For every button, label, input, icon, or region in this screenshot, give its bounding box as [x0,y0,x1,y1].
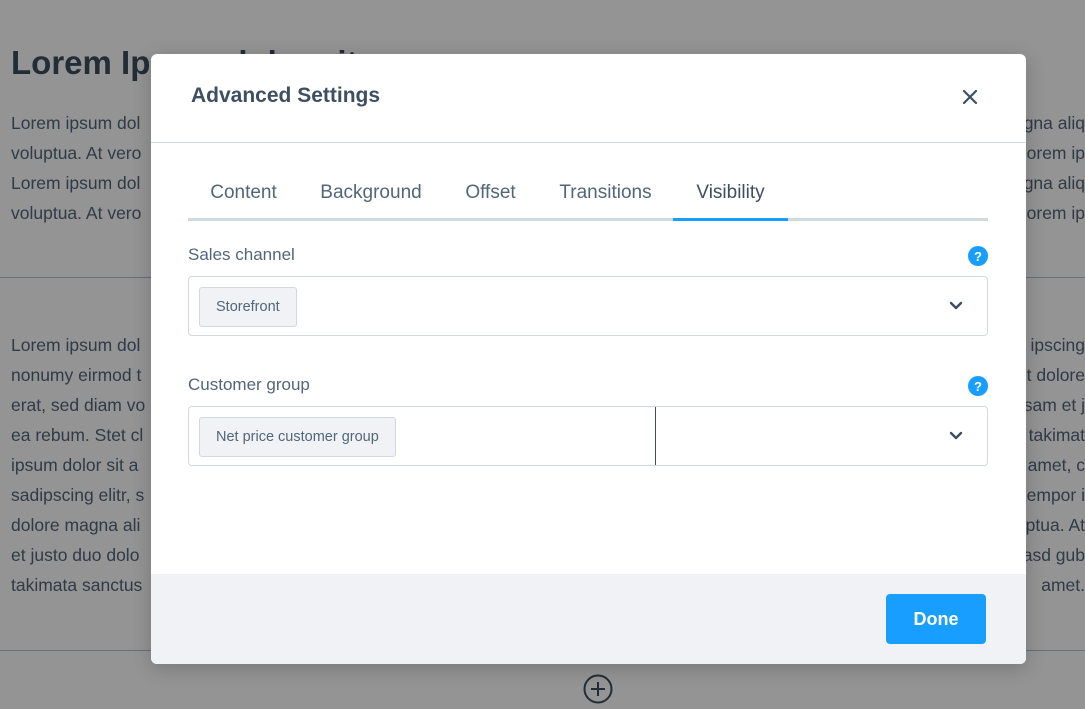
modal-title: Advanced Settings [191,84,381,107]
chevron-down-icon[interactable] [947,427,965,445]
done-button[interactable]: Done [886,594,986,644]
selected-tag-storefront[interactable]: Storefront [199,287,297,327]
tab-transitions[interactable]: Transitions [538,165,673,221]
customer-group-select[interactable]: Net price customer group [188,406,988,466]
settings-tabs: Content Background Offset Transitions Vi… [188,165,988,221]
help-icon[interactable]: ? [968,376,988,396]
selected-tag-net-price-customer-group[interactable]: Net price customer group [199,417,396,457]
sales-channel-label: Sales channel [188,245,295,264]
help-icon[interactable]: ? [968,246,988,266]
close-icon [962,89,978,105]
close-button[interactable] [956,83,984,111]
tab-background[interactable]: Background [299,165,443,221]
modal-header: Advanced Settings [151,54,1026,143]
tab-offset[interactable]: Offset [443,165,538,221]
tab-visibility[interactable]: Visibility [673,165,788,221]
chevron-down-icon[interactable] [947,297,965,315]
text-cursor [655,407,656,465]
sales-channel-select[interactable]: Storefront [188,276,988,336]
customer-group-label: Customer group [188,375,310,394]
advanced-settings-modal: Advanced Settings Content Background Off… [151,54,1026,664]
modal-footer: Done [151,574,1026,664]
tab-content[interactable]: Content [188,165,299,221]
